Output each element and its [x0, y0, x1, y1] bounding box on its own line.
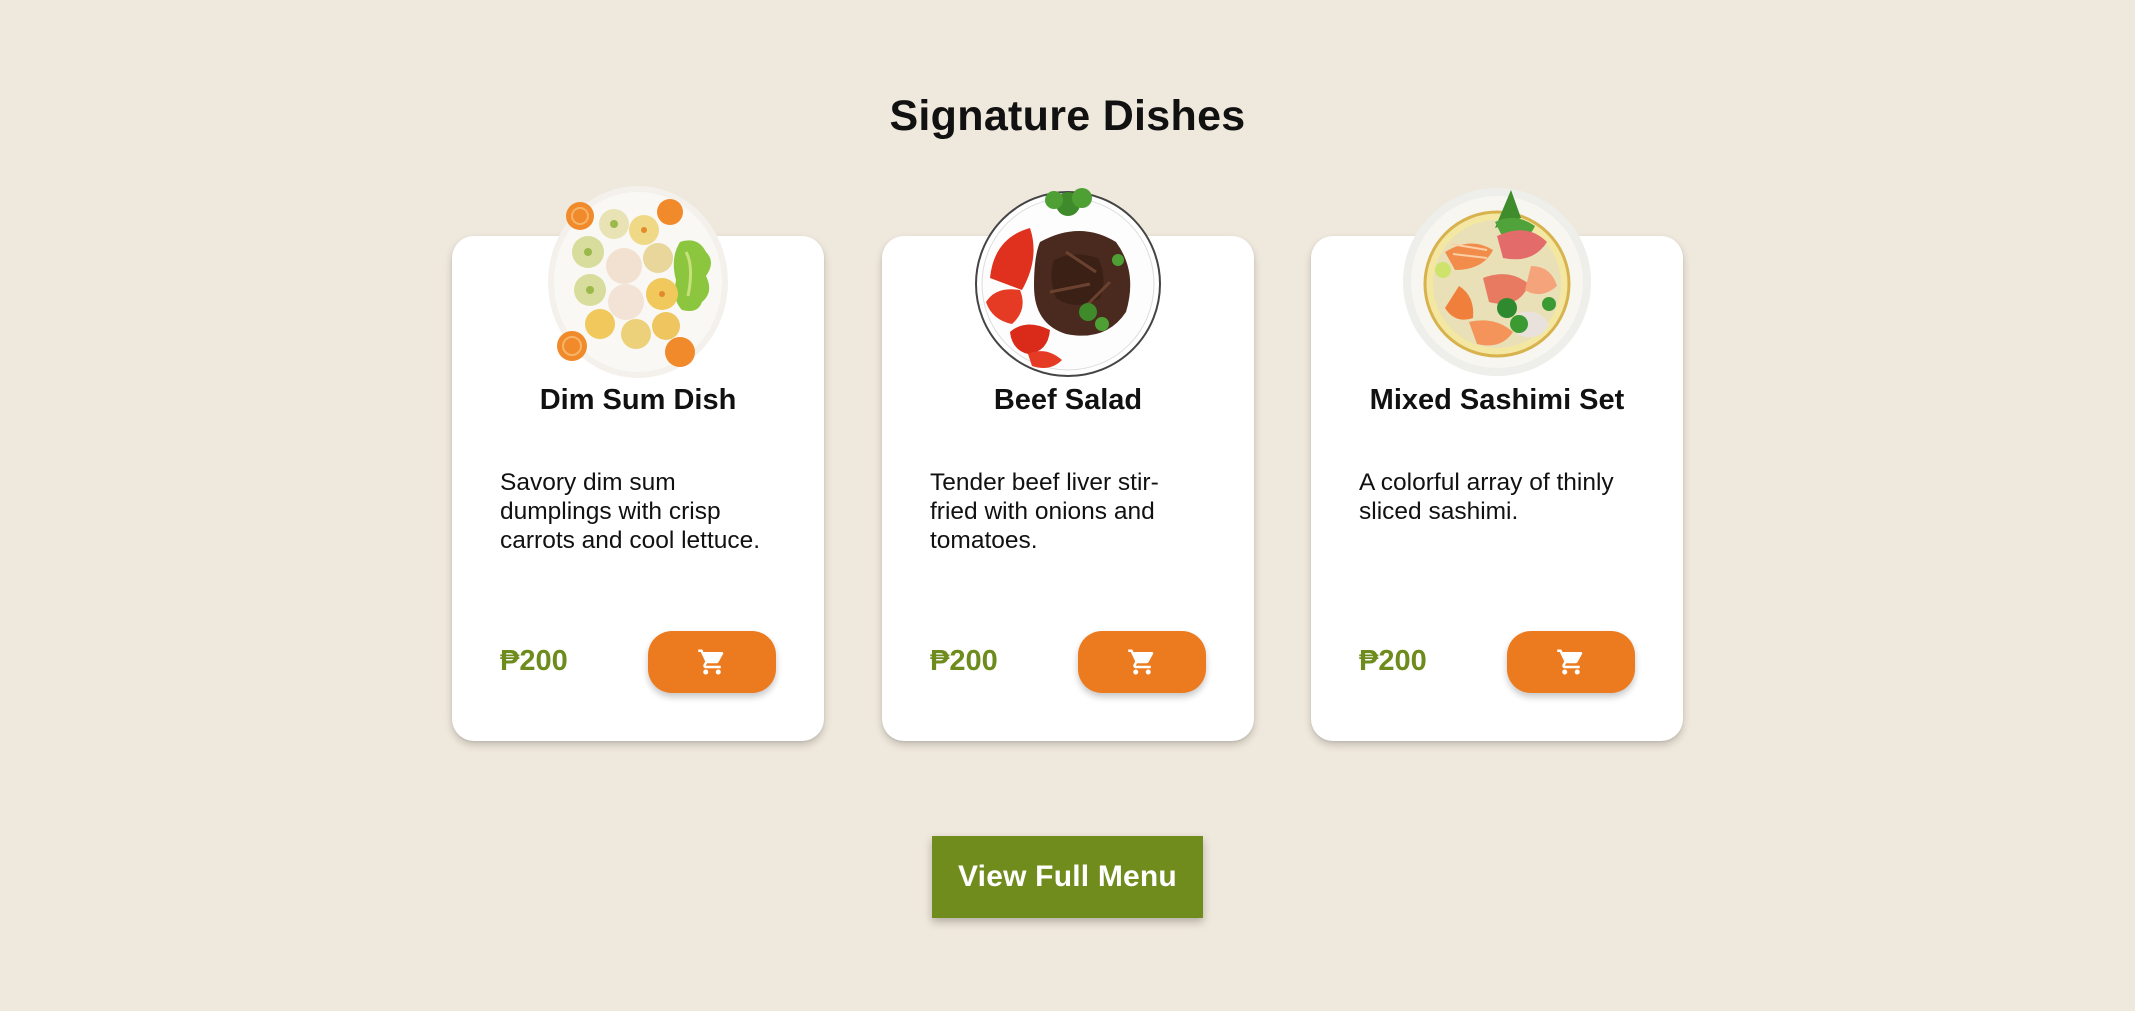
dish-name: Mixed Sashimi Set: [1369, 384, 1625, 416]
dish-price: ₱200: [1359, 645, 1427, 677]
add-to-cart-button[interactable]: [648, 631, 776, 693]
shopping-cart-icon: [1127, 647, 1157, 677]
dish-card: Mixed Sashimi Set A colorful array of th…: [1311, 188, 1683, 741]
sashimi-plate-image: [1399, 182, 1595, 378]
shopping-cart-icon: [1556, 647, 1586, 677]
dim-sum-plate-image: [540, 182, 736, 378]
beef-salad-plate-image: [970, 182, 1166, 378]
dish-card: Dim Sum Dish Savory dim sum dumplings wi…: [452, 186, 824, 741]
dish-description: Tender beef liver stir-fried with onions…: [930, 469, 1159, 554]
dish-name: Beef Salad: [993, 384, 1143, 416]
dish-price: ₱200: [500, 645, 568, 677]
dish-description: Savory dim sum dumplings with crisp carr…: [500, 469, 761, 554]
view-full-menu-button[interactable]: View Full Menu: [932, 836, 1203, 918]
shopping-cart-icon: [697, 647, 727, 677]
add-to-cart-button[interactable]: [1507, 631, 1635, 693]
dish-price: ₱200: [930, 645, 998, 677]
dish-name: Dim Sum Dish: [539, 384, 737, 416]
dish-description: A colorful array of thinly sliced sashim…: [1359, 469, 1614, 525]
add-to-cart-button[interactable]: [1078, 631, 1206, 693]
dish-card: Beef Salad Tender beef liver stir-fried …: [882, 188, 1254, 741]
